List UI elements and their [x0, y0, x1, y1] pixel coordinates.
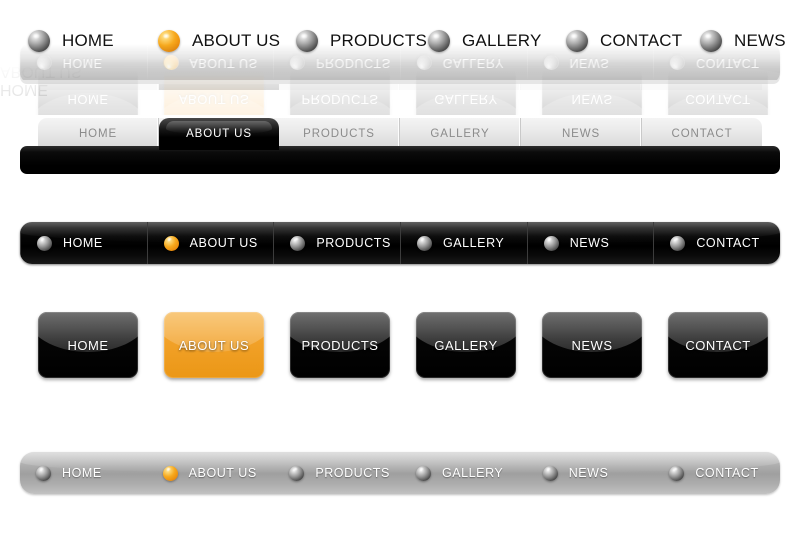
sphere-gray-icon: [296, 30, 318, 52]
sphere-gray-icon: [290, 235, 306, 251]
sphere-gray-icon: [36, 465, 51, 481]
sphere-gray-icon: [700, 30, 722, 52]
sphere-gray-icon: [289, 465, 305, 481]
bullet-menu-item-label: ABOUT US: [192, 31, 281, 50]
bullet-menu-item-about-us[interactable]: ABOUT US: [158, 24, 280, 58]
bullet-menu-item-label: NEWS: [0, 0, 48, 8]
gray-bar-item-label: GALLERY: [442, 466, 504, 480]
sphere-gray-icon: [417, 235, 433, 251]
sphere-gray-icon: [543, 235, 559, 251]
glossy-button-label: HOME: [67, 337, 109, 353]
glossy-button-label: PRODUCTS: [301, 337, 379, 353]
gray-bar-menu: HOME ABOUT US PRODUCTS GALLERY NEWS CONTACT: [0, 452, 800, 542]
sphere-gray-icon: [542, 465, 558, 481]
black-bar-item-products[interactable]: PRODUCTS: [273, 222, 400, 264]
sphere-gray-icon: [428, 30, 450, 52]
gray-bar-item-products[interactable]: PRODUCTS: [273, 452, 400, 494]
gray-bar-item-gallery[interactable]: GALLERY: [400, 452, 527, 494]
bullet-menu-item-news: NEWS: [0, 0, 800, 8]
bullet-text-menu: HOME ABOUT US PRODUCTS GALLERY CONTACT NEWS: [0, 24, 800, 104]
gray-bar-item-contact[interactable]: CONTACT: [653, 452, 780, 494]
black-bar-item-contact[interactable]: CONTACT: [653, 222, 780, 264]
sphere-gray-icon: [28, 30, 50, 52]
black-bar: HOME ABOUT US PRODUCTS GALLERY NEWS CONTACT: [20, 222, 780, 264]
black-bar-item-label: GALLERY: [443, 236, 505, 250]
glossy-button-about-us[interactable]: ABOUT US: [164, 312, 264, 378]
gray-bar-item-about-us[interactable]: ABOUT US: [147, 452, 274, 494]
bullet-menu-item-products[interactable]: PRODUCTS: [296, 24, 427, 58]
tab-label: CONTACT: [671, 128, 733, 140]
bullet-menu-item-news[interactable]: NEWS: [700, 24, 786, 58]
tab-about-us[interactable]: ABOUT US: [159, 118, 279, 150]
gray-bar-item-label: CONTACT: [695, 466, 759, 480]
glossy-button-label: GALLERY: [434, 337, 498, 353]
glossy-button-label: CONTACT: [685, 337, 751, 353]
tab-label: NEWS: [561, 128, 601, 140]
glossy-button-products[interactable]: PRODUCTS: [290, 312, 390, 378]
gray-bar-item-label: HOME: [62, 466, 102, 480]
glossy-button-contact[interactable]: CONTACT: [668, 312, 768, 378]
bullet-menu-item-label: NEWS: [734, 31, 786, 50]
bullet-menu-item-gallery[interactable]: GALLERY: [428, 24, 542, 58]
bullet-menu-item-label: CONTACT: [600, 31, 683, 50]
gray-bar-item-label: NEWS: [568, 466, 609, 480]
black-bar-item-label: ABOUT US: [189, 236, 258, 250]
tab-label: GALLERY: [430, 128, 490, 140]
black-bar-item-home[interactable]: HOME: [20, 222, 147, 264]
sphere-gray-icon: [670, 235, 686, 251]
sphere-gray-icon: [566, 30, 588, 52]
black-bar-item-label: PRODUCTS: [316, 236, 391, 250]
black-bar-menu: HOME ABOUT US PRODUCTS GALLERY NEWS CONTACT: [0, 222, 800, 312]
tab-bar-menu: HOME ABOUT US PRODUCTS GALLERY NEWS CONTACT: [0, 118, 800, 198]
black-bar-item-gallery[interactable]: GALLERY: [400, 222, 527, 264]
black-bar-item-label: CONTACT: [696, 236, 760, 250]
sphere-orange-icon: [158, 30, 180, 52]
black-bar-item-news[interactable]: NEWS: [526, 222, 654, 264]
sphere-orange-icon: [163, 235, 179, 251]
tab-bar-base: [20, 146, 780, 174]
black-bar-item-label: NEWS: [569, 236, 610, 250]
gray-bar-item-home[interactable]: HOME: [20, 452, 147, 494]
sphere-orange-icon: [162, 465, 178, 481]
sphere-gray-icon: [669, 465, 685, 481]
gray-bar-item-label: PRODUCTS: [315, 466, 390, 480]
black-bar-item-about-us[interactable]: ABOUT US: [146, 222, 274, 264]
glossy-button-home[interactable]: HOME: [38, 312, 138, 378]
glossy-button-news[interactable]: NEWS: [542, 312, 642, 378]
gray-bar: HOME ABOUT US PRODUCTS GALLERY NEWS CONTACT: [20, 452, 780, 494]
tab-label: ABOUT US: [186, 128, 252, 140]
bullet-menu-item-label: PRODUCTS: [330, 31, 427, 50]
glossy-button-gallery[interactable]: GALLERY: [416, 312, 516, 378]
bullet-menu-item-label: HOME: [62, 31, 114, 50]
glossy-button-row: HOME ABOUT US PRODUCTS GALLERY NEWS CONTACT: [0, 312, 800, 432]
glossy-button-label: ABOUT US: [178, 337, 250, 353]
tab-label: PRODUCTS: [303, 128, 375, 140]
bullet-menu-item-home[interactable]: HOME: [28, 24, 114, 58]
gray-bar-item-news[interactable]: NEWS: [527, 452, 654, 494]
glossy-button-label: NEWS: [571, 337, 613, 353]
bullet-menu-item-label: GALLERY: [462, 31, 542, 50]
sphere-gray-icon: [416, 465, 432, 481]
tab-label: HOME: [78, 128, 118, 140]
bullet-menu-item-contact[interactable]: CONTACT: [566, 24, 682, 58]
sphere-gray-icon: [37, 235, 52, 251]
gray-bar-item-label: ABOUT US: [188, 466, 257, 480]
black-bar-item-label: HOME: [63, 236, 103, 250]
